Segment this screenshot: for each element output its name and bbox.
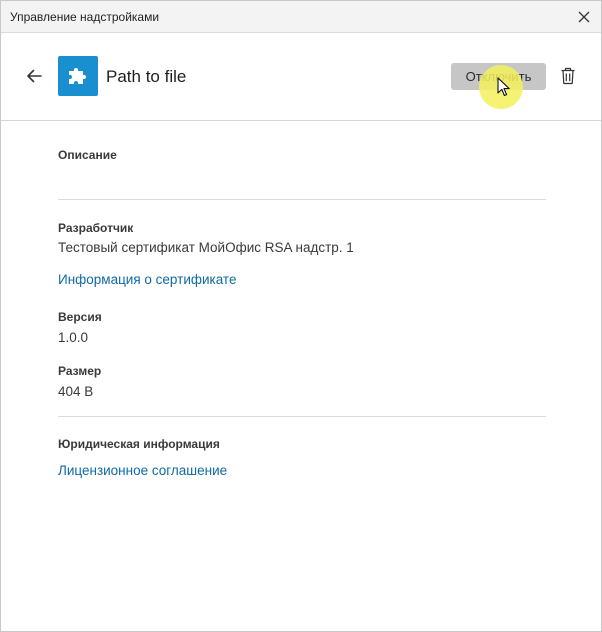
puzzle-icon [69, 68, 86, 84]
developer-value: Тестовый сертификат МойОфис RSA надстр. … [58, 240, 354, 255]
version-value: 1.0.0 [58, 330, 89, 345]
addin-icon-tile [58, 56, 98, 96]
divider-description [58, 199, 546, 200]
version-label: Версия [58, 310, 102, 324]
addin-title: Path to file [106, 67, 187, 86]
addin-manager-window: Управление надстройками Path to file Отк… [0, 0, 602, 632]
certificate-info-link[interactable]: Информация о сертификате [58, 272, 236, 287]
close-icon [578, 11, 590, 23]
delete-button[interactable] [558, 65, 578, 87]
trash-icon [561, 67, 575, 85]
arrow-left-icon [27, 69, 42, 83]
window-title: Управление надстройками [10, 10, 160, 24]
close-button[interactable] [571, 4, 597, 30]
title-bar: Управление надстройками [1, 1, 601, 33]
legal-info-label: Юридическая информация [58, 437, 220, 451]
mouse-pointer-icon [497, 77, 510, 97]
description-label: Описание [58, 148, 117, 162]
back-button[interactable] [23, 66, 45, 86]
size-label: Размер [58, 364, 102, 378]
size-value: 404 B [58, 384, 94, 399]
developer-label: Разработчик [58, 221, 134, 235]
divider-legal [58, 416, 546, 417]
license-agreement-link[interactable]: Лицензионное соглашение [58, 463, 227, 478]
